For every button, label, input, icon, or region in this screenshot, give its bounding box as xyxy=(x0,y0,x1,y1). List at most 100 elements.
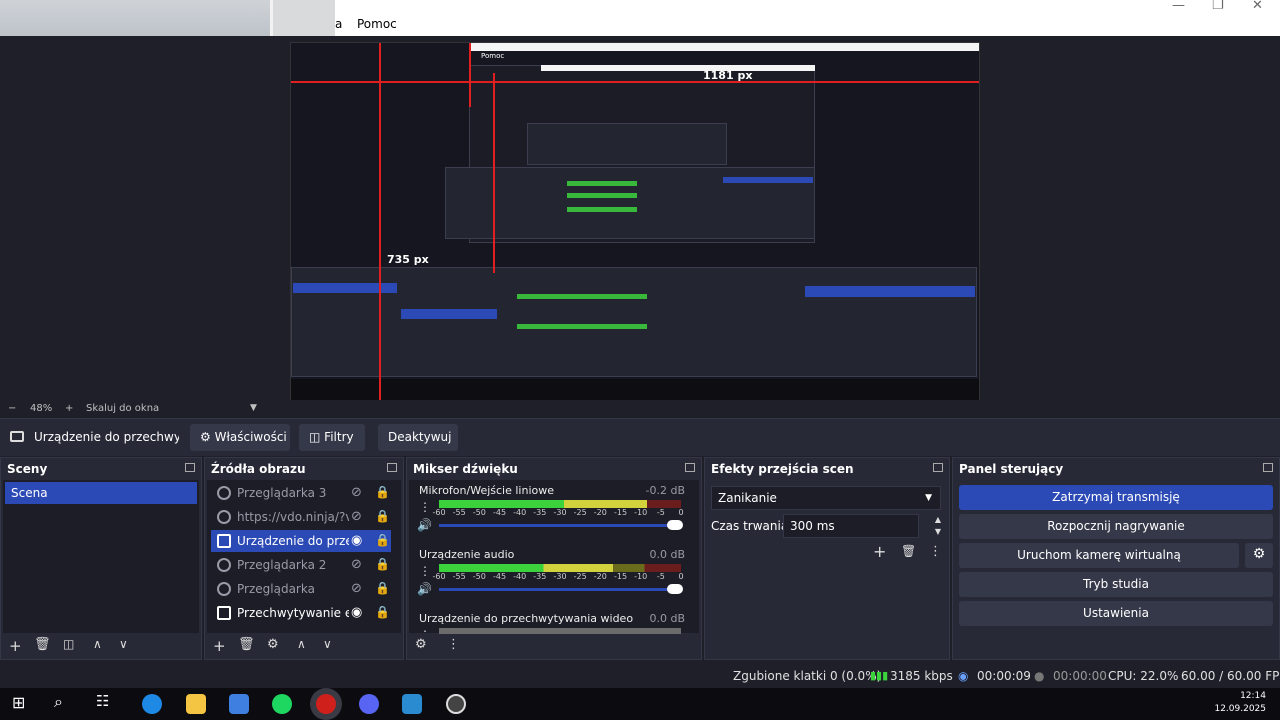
filter-icon[interactable]: ◫ xyxy=(63,637,74,651)
virtual-camera-settings-button[interactable]: ⚙ xyxy=(1245,543,1273,568)
more-icon[interactable]: ⋮ xyxy=(447,637,460,652)
eye-hidden-icon[interactable]: ⊘ xyxy=(351,485,362,500)
task-view-icon[interactable]: ☷ xyxy=(96,692,116,712)
source-item[interactable]: Przeglądarka 2 ⊘ 🔒 xyxy=(211,554,391,576)
lock-icon[interactable]: 🔒 xyxy=(375,581,390,595)
dock-float-icon[interactable] xyxy=(685,463,695,472)
spotify-icon[interactable] xyxy=(272,694,292,714)
volume-knob[interactable] xyxy=(667,520,683,530)
duration-input[interactable]: 300 ms xyxy=(783,514,919,538)
zoom-mode[interactable]: Skaluj do okna xyxy=(86,403,159,414)
properties-button[interactable]: ⚙ Właściwości xyxy=(190,424,290,451)
dock-float-icon[interactable] xyxy=(933,463,943,472)
menu-item-help[interactable]: Pomoc xyxy=(357,17,397,31)
more-icon[interactable]: ⋮ xyxy=(929,544,942,559)
browser-icon xyxy=(217,486,231,500)
record-time: 00:00:00 xyxy=(1053,669,1107,683)
settings-button[interactable]: Ustawienia xyxy=(959,601,1273,626)
source-item-selected[interactable]: Urządzenie do przechwytywania ◉ 🔒 xyxy=(211,530,391,552)
preview-area[interactable]: Pomoc 1181 px 735 px xyxy=(0,36,1280,432)
gear-icon[interactable]: ⚙ xyxy=(267,637,279,652)
windows-start-icon[interactable]: ⊞ xyxy=(12,693,32,713)
zoom-in-button[interactable]: + xyxy=(65,403,73,414)
db-tick: -45 xyxy=(492,508,507,517)
eye-hidden-icon[interactable]: ⊘ xyxy=(351,581,362,596)
measure-height-label: 735 px xyxy=(387,253,429,266)
dock-float-icon[interactable] xyxy=(1263,463,1273,472)
obs-icon[interactable] xyxy=(446,694,466,714)
eye-hidden-icon[interactable]: ⊘ xyxy=(351,509,362,524)
chevron-down-icon[interactable]: ∨ xyxy=(119,637,128,651)
scenes-dock: Sceny Scena + 🗑 ◫ ∧ ∨ xyxy=(0,457,202,660)
scenes-list[interactable]: Scena xyxy=(3,480,199,633)
gear-icon[interactable]: ⚙ xyxy=(415,637,427,652)
zoom-dropdown-icon[interactable]: ▼ xyxy=(250,403,257,413)
eye-hidden-icon[interactable]: ⊘ xyxy=(351,557,362,572)
studio-mode-button[interactable]: Tryb studia xyxy=(959,572,1273,597)
start-recording-button[interactable]: Rozpocznij nagrywanie xyxy=(959,514,1273,539)
stop-stream-button[interactable]: Zatrzymaj transmisję xyxy=(959,485,1273,510)
db-tick: -15 xyxy=(613,508,628,517)
source-item[interactable]: Przeglądarka ⊘ 🔒 xyxy=(211,578,391,600)
spin-up-icon[interactable]: ▲ xyxy=(935,515,941,524)
system-clock[interactable]: 12:14 12.09.2025 xyxy=(1214,690,1266,716)
controls-dock: Panel sterujący Zatrzymaj transmisję Roz… xyxy=(952,457,1280,660)
speaker-icon[interactable]: 🔊 xyxy=(417,518,432,532)
source-item[interactable]: Przeglądarka 3 ⊘ 🔒 xyxy=(211,482,391,504)
folder-icon[interactable] xyxy=(186,694,206,714)
add-icon[interactable]: + xyxy=(873,542,886,561)
filters-button[interactable]: ◫ Filtry xyxy=(299,424,365,451)
chevron-up-icon[interactable]: ∧ xyxy=(93,637,102,651)
db-tick: -30 xyxy=(553,572,567,581)
discord-icon[interactable] xyxy=(359,694,379,714)
scene-item[interactable]: Scena xyxy=(5,482,197,504)
trash-icon[interactable]: 🗑 xyxy=(901,544,916,558)
sources-list[interactable]: Przeglądarka 3 ⊘ 🔒 https://vdo.ninja/?vi… xyxy=(207,480,401,633)
db-tick: -5 xyxy=(656,508,665,517)
lock-icon[interactable]: 🔒 xyxy=(375,605,390,619)
menu-item-partial[interactable]: a xyxy=(335,17,342,31)
zoom-row: − 48% + Skaluj do okna ▼ xyxy=(0,400,1280,418)
volume-slider[interactable] xyxy=(439,584,683,594)
preview-canvas[interactable]: Pomoc 1181 px 735 px xyxy=(290,42,980,432)
more-icon[interactable]: ⋮ xyxy=(419,500,431,514)
eye-icon[interactable]: ◉ xyxy=(351,605,362,620)
dock-float-icon[interactable] xyxy=(387,463,397,472)
lock-icon[interactable]: 🔒 xyxy=(375,509,390,523)
eye-icon[interactable]: ◉ xyxy=(351,533,362,548)
opera-icon[interactable] xyxy=(316,694,336,714)
db-tick: -60 xyxy=(432,508,446,517)
add-icon[interactable]: + xyxy=(213,637,226,655)
chevron-down-icon[interactable]: ∨ xyxy=(323,637,332,651)
volume-slider[interactable] xyxy=(439,520,683,530)
edge-icon[interactable] xyxy=(142,694,162,714)
volume-knob[interactable] xyxy=(667,584,683,594)
measure-width-label: 1181 px xyxy=(703,69,753,82)
source-item[interactable]: https://vdo.ninja/?vi ⊘ 🔒 xyxy=(211,506,391,528)
zoom-out-button[interactable]: − xyxy=(8,403,16,414)
close-icon[interactable]: ✕ xyxy=(1252,0,1263,13)
lock-icon[interactable]: 🔒 xyxy=(375,557,390,571)
trash-icon[interactable]: 🗑 xyxy=(34,637,51,652)
virtual-camera-button[interactable]: Uruchom kamerę wirtualną xyxy=(959,543,1239,568)
lock-icon[interactable]: 🔒 xyxy=(375,533,390,547)
spin-down-icon[interactable]: ▼ xyxy=(935,527,941,536)
speaker-icon[interactable]: 🔊 xyxy=(417,582,432,596)
cpu-usage: CPU: 22.0% xyxy=(1108,669,1179,683)
store-icon[interactable] xyxy=(229,694,249,714)
add-icon[interactable]: + xyxy=(9,637,22,655)
dock-float-icon[interactable] xyxy=(185,463,195,472)
chevron-up-icon[interactable]: ∧ xyxy=(297,637,306,651)
restore-icon[interactable]: ❐ xyxy=(1212,0,1224,13)
deactivate-button[interactable]: Deaktywuj xyxy=(378,424,458,451)
source-item[interactable]: Przechwytywanie ekranu ◉ 🔒 xyxy=(211,602,391,624)
lock-icon[interactable]: 🔒 xyxy=(375,485,390,499)
more-icon[interactable]: ⋮ xyxy=(419,564,431,578)
search-icon[interactable]: ⌕ xyxy=(54,692,74,712)
db-tick: -20 xyxy=(593,508,607,517)
trash-icon[interactable]: 🗑 xyxy=(238,637,255,652)
transition-select[interactable]: Zanikanie ▼ xyxy=(711,486,941,510)
measure-line-vertical xyxy=(493,73,495,273)
steam-icon[interactable] xyxy=(402,694,422,714)
minimize-icon[interactable]: — xyxy=(1172,0,1185,13)
